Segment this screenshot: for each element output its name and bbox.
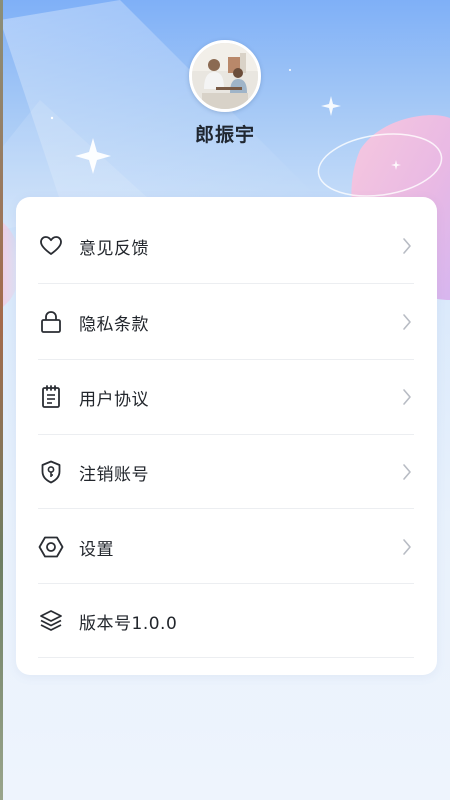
menu-item-version: 版本号1.0.0 — [16, 584, 437, 658]
divider — [38, 657, 414, 658]
menu-item-feedback[interactable]: 意见反馈 — [16, 209, 437, 283]
divider — [38, 283, 414, 284]
menu-item-label: 隐私条款 — [79, 314, 149, 335]
lock-icon — [38, 309, 64, 335]
menu-item-label: 用户协议 — [79, 389, 149, 410]
chevron-right-icon — [400, 312, 414, 332]
version-label: 版本号1.0.0 — [79, 613, 178, 634]
chevron-right-icon — [400, 236, 414, 256]
settings-menu-card: 意见反馈 隐私条款 用户协议 注销账号 设置 版本号1.0.0 — [16, 197, 437, 675]
menu-item-label: 意见反馈 — [79, 238, 149, 259]
chevron-right-icon — [400, 387, 414, 407]
menu-item-label: 设置 — [79, 539, 114, 560]
divider — [38, 508, 414, 509]
heart-icon — [38, 233, 64, 259]
user-name: 郎振宇 — [194, 124, 255, 146]
hexagon-settings-icon — [38, 534, 64, 560]
menu-item-settings[interactable]: 设置 — [16, 510, 437, 584]
menu-item-user-agreement[interactable]: 用户协议 — [16, 360, 437, 434]
chevron-right-icon — [400, 537, 414, 557]
chevron-right-icon — [400, 462, 414, 482]
layers-icon — [38, 608, 64, 634]
menu-item-label: 注销账号 — [79, 464, 149, 485]
profile-header: 郎振宇 — [0, 40, 450, 147]
menu-item-privacy[interactable]: 隐私条款 — [16, 285, 437, 359]
avatar[interactable] — [189, 40, 261, 112]
shield-key-icon — [38, 459, 64, 485]
notepad-icon — [38, 384, 64, 410]
user-avatar-photo-icon — [192, 43, 258, 109]
menu-item-delete-account[interactable]: 注销账号 — [16, 435, 437, 509]
